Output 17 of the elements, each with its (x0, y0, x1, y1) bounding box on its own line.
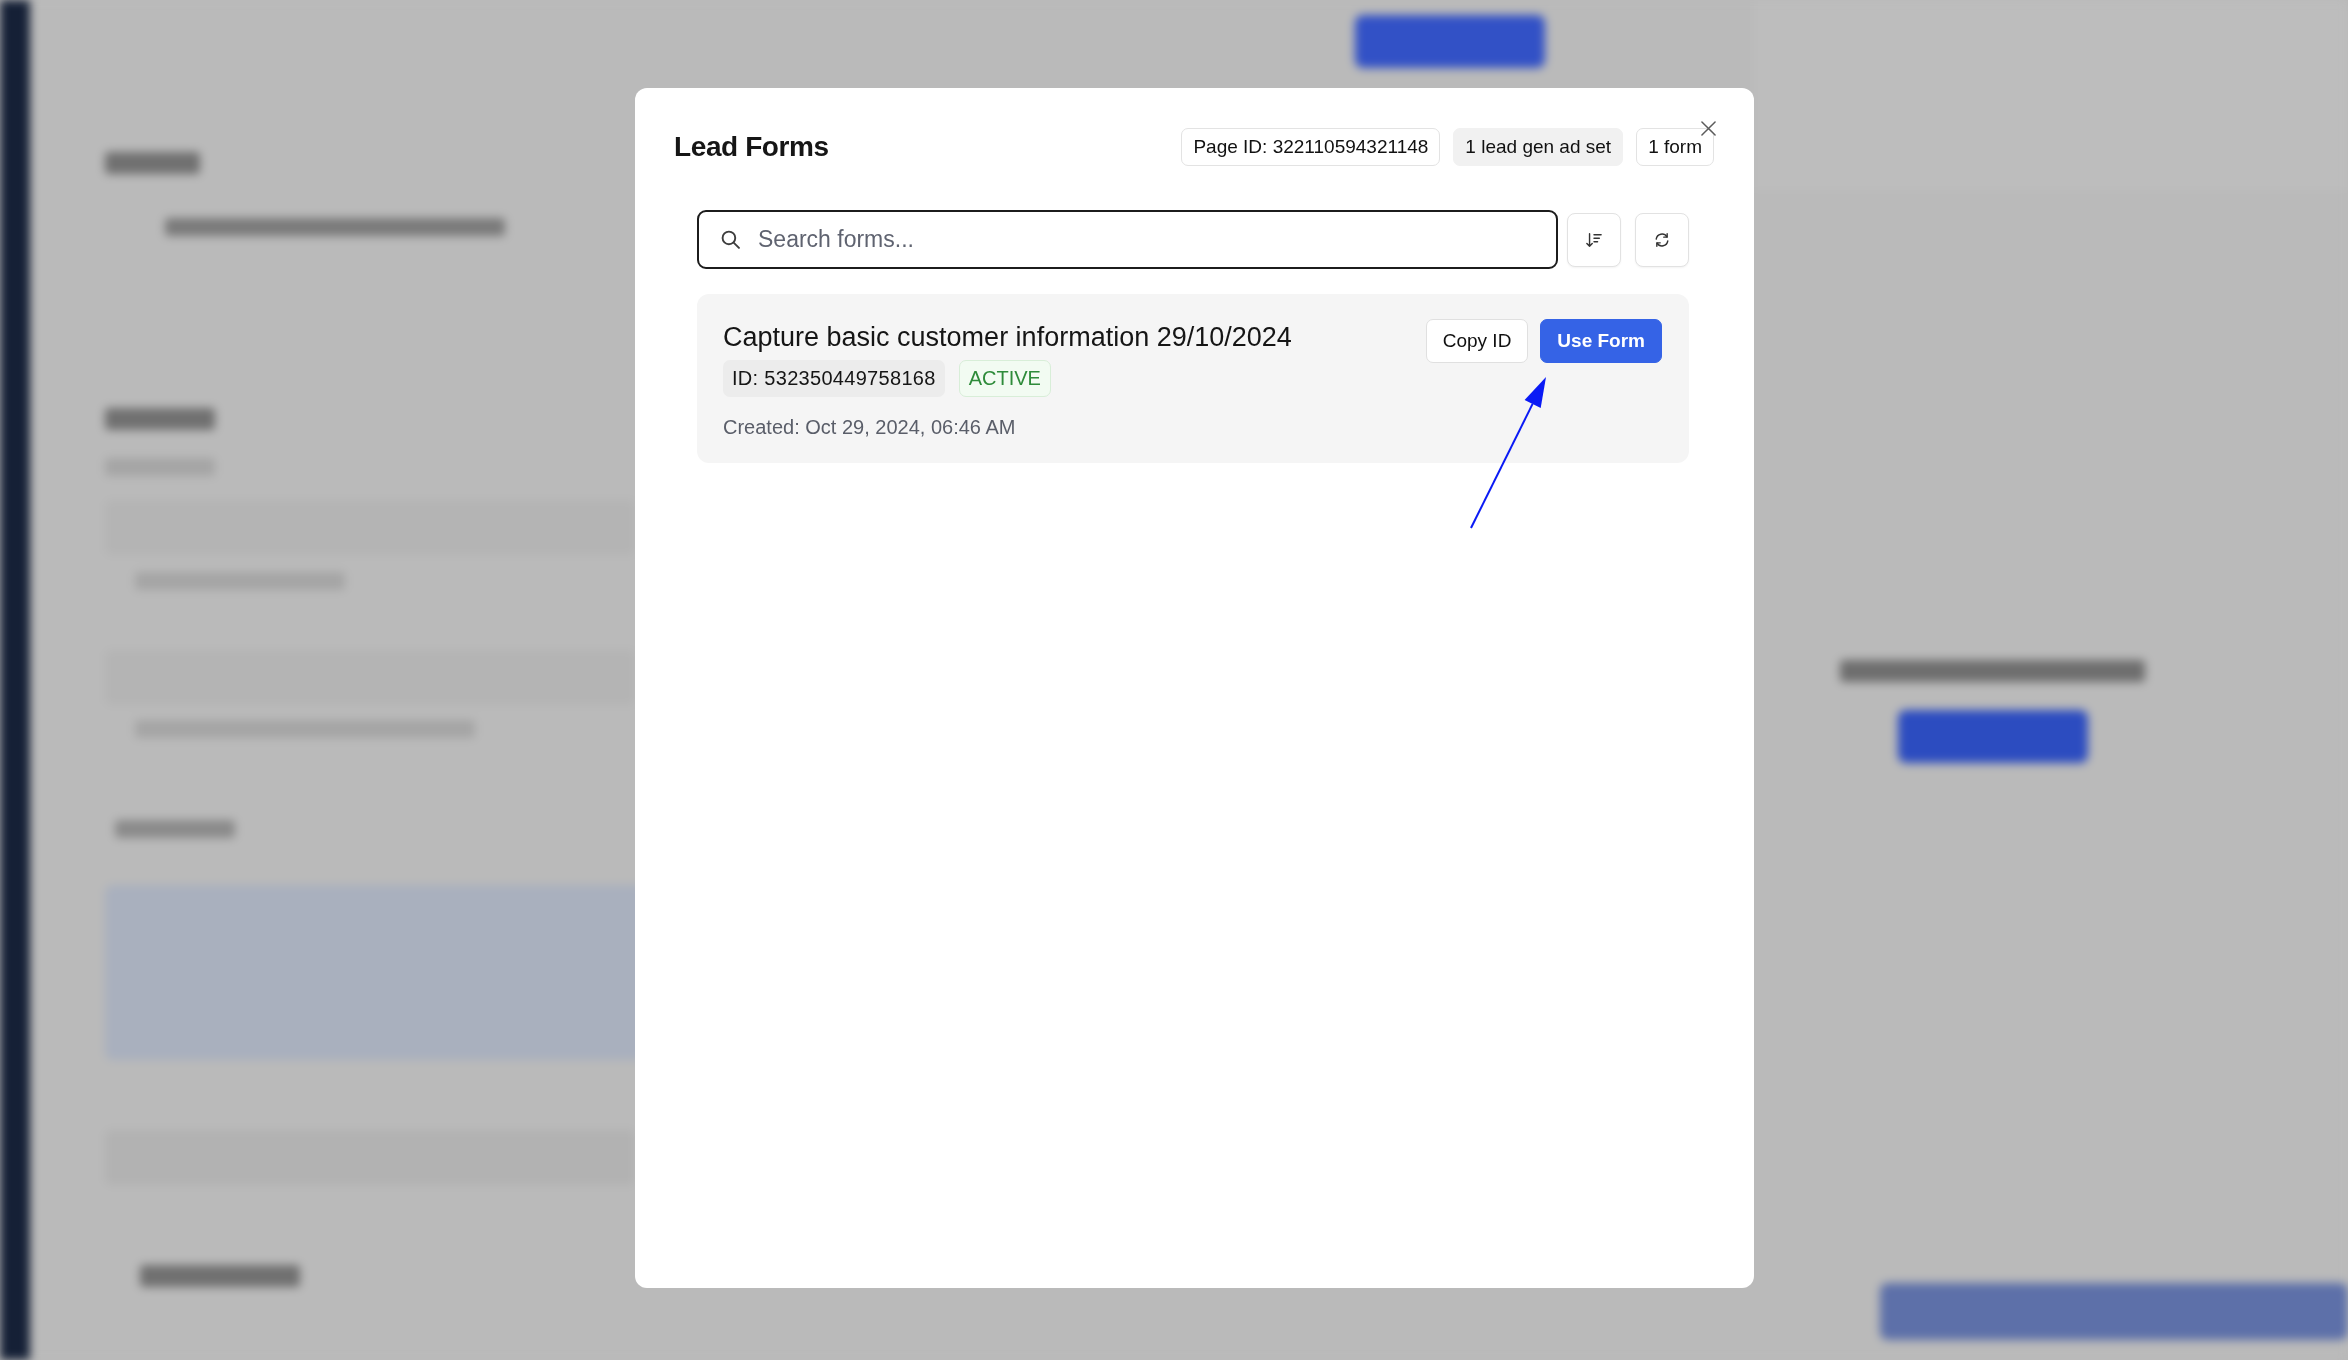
close-icon[interactable] (1701, 121, 1716, 136)
refresh-button[interactable] (1635, 212, 1689, 267)
info-badge: Page ID: 322110594321148 (1181, 127, 1441, 166)
dialog-title: Lead Forms (674, 129, 829, 164)
sort-button[interactable] (1567, 212, 1621, 267)
copy-id-button[interactable]: Copy ID (1425, 319, 1529, 363)
sort-icon (1586, 231, 1602, 248)
info-badge: 1 form (1636, 127, 1714, 166)
status-badge: ACTIVE (958, 360, 1051, 397)
form-id: ID: 532350449758168 (723, 360, 945, 397)
search-field[interactable]: Search forms... (697, 210, 1558, 269)
created-date: Created: Oct 29, 2024, 06:46 AM (723, 415, 1017, 439)
form-title: Capture basic customer information 29/10/2024 (723, 321, 1292, 353)
refresh-icon (1654, 231, 1670, 248)
search-icon (721, 230, 740, 249)
info-badge: 1 lead gen ad set (1453, 127, 1624, 166)
use-form-button[interactable]: Use Form (1540, 319, 1662, 363)
